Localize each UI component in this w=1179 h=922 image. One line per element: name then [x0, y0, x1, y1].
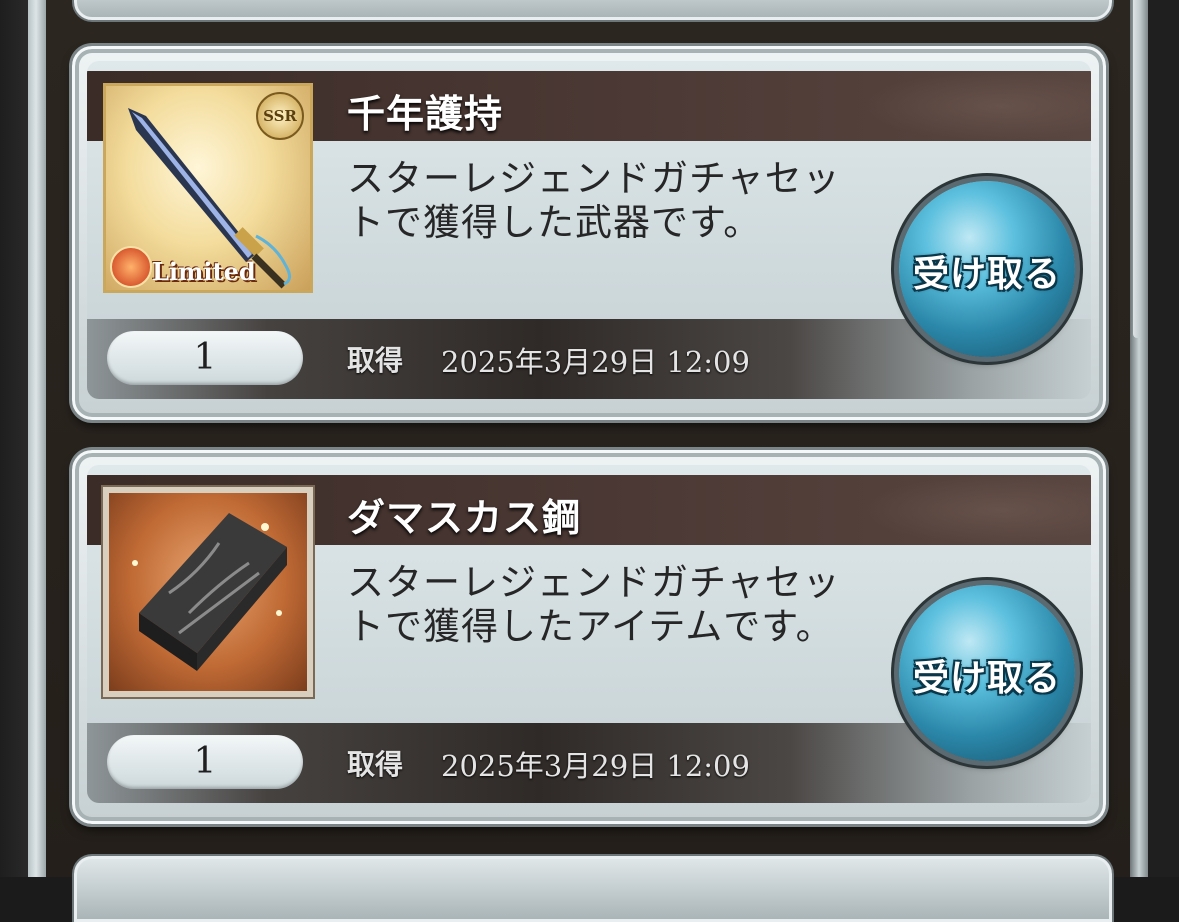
scrollbar-thumb[interactable]	[1133, 0, 1141, 338]
quantity-value: 1	[193, 337, 217, 378]
limited-tag: Limited	[106, 246, 280, 290]
previous-reward-card	[74, 0, 1112, 20]
reward-card-body: 千年護持 SSR Limited スターレジェンドガチャセットで獲得した武器です…	[87, 61, 1091, 399]
reward-description: スターレジェンドガチャセットで獲得したアイテムです。	[347, 561, 841, 648]
claim-button-label: 受け取る	[912, 254, 1061, 295]
next-reward-card	[74, 856, 1112, 922]
claim-button-label: 受け取る	[912, 658, 1061, 699]
reward-card-body: ダマスカス鋼 スターレジェンドガチャセットで獲得したアイテムです。 1 取得 2…	[87, 465, 1091, 803]
acquired-date: 2025年3月29日 12:09	[441, 749, 750, 783]
acquired-date: 2025年3月29日 12:09	[441, 345, 750, 379]
quantity-pill: 1	[107, 331, 303, 385]
reward-name: ダマスカス鋼	[347, 496, 582, 540]
reward-card: 千年護持 SSR Limited スターレジェンドガチャセットで獲得した武器です…	[72, 46, 1106, 420]
ssr-rarity-badge: SSR	[256, 92, 304, 140]
right-wallpaper	[1148, 0, 1179, 877]
reward-card: ダマスカス鋼 スターレジェンドガチャセットで獲得したアイテムです。 1 取得 2…	[72, 450, 1106, 824]
claim-button[interactable]: 受け取る	[899, 585, 1075, 761]
weapon-sword-icon[interactable]: SSR Limited	[103, 83, 313, 293]
ingot-illustration	[132, 513, 287, 671]
quantity-value: 1	[193, 741, 217, 782]
quantity-pill: 1	[107, 735, 303, 789]
acquired-label: 取得	[347, 748, 404, 781]
damascus-steel-ingot-icon[interactable]	[103, 487, 313, 697]
reward-description: スターレジェンドガチャセットで獲得した武器です。	[347, 157, 841, 244]
acquired-label: 取得	[347, 344, 404, 377]
claim-button[interactable]: 受け取る	[899, 181, 1075, 357]
left-frame-rail	[28, 0, 46, 877]
reward-name: 千年護持	[347, 92, 504, 136]
limited-label: Limited	[152, 257, 256, 286]
fire-element-icon	[110, 246, 152, 288]
